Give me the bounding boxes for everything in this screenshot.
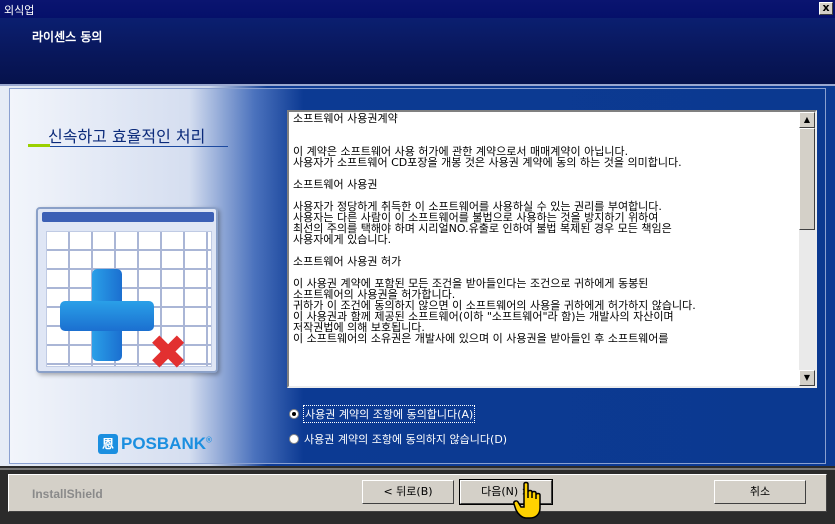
installshield-brand: InstallShield	[32, 487, 103, 501]
window-title: 외식업	[4, 4, 35, 17]
logo-mark: 恩	[98, 434, 118, 454]
page-heading: 라이센스 동의	[32, 30, 103, 44]
scroll-up-button[interactable]: ▲	[799, 112, 815, 128]
footer-divider	[0, 468, 835, 470]
header-banner: 라이센스 동의	[0, 18, 835, 84]
slogan-accent	[28, 144, 50, 147]
license-textbox[interactable]: 소프트웨어 사용권계약 이 계약은 소프트웨어 사용 허가에 관한 계약으로서 …	[287, 110, 817, 388]
screen-header-bar	[42, 212, 214, 222]
cancel-button[interactable]: 취소	[714, 480, 806, 504]
scroll-thumb[interactable]	[799, 128, 815, 230]
cross-icon: ✖	[148, 325, 189, 381]
decline-option[interactable]: 사용권 계약의 조항에 동의하지 않습니다(D)	[289, 431, 507, 447]
license-text: 소프트웨어 사용권계약 이 계약은 소프트웨어 사용 허가에 관한 계약으로서 …	[293, 112, 696, 345]
product-illustration: ✖	[30, 199, 230, 389]
decline-radio[interactable]	[289, 434, 299, 444]
installer-window: 외식업 x 라이센스 동의 신속하고 효율적인 처리 ✖ 恩 POSBANK®	[0, 0, 835, 524]
logo-text: POSBANK®	[121, 434, 212, 453]
decline-label[interactable]: 사용권 계약의 조항에 동의하지 않습니다(D)	[304, 431, 507, 447]
posbank-logo: 恩 POSBANK®	[98, 433, 212, 455]
slogan-text: 신속하고 효율적인 처리	[48, 127, 206, 146]
close-button[interactable]: x	[819, 2, 833, 15]
scroll-down-button[interactable]: ▼	[799, 370, 815, 386]
back-button[interactable]: < 뒤로(B)	[362, 480, 454, 504]
accept-label[interactable]: 사용권 계약의 조항에 동의합니다(A)	[302, 405, 476, 423]
license-scrollbar[interactable]: ▲ ▼	[799, 112, 815, 386]
accept-option[interactable]: 사용권 계약의 조항에 동의합니다(A)	[289, 405, 476, 423]
slogan-underline	[28, 146, 228, 147]
accept-radio[interactable]	[289, 409, 299, 419]
screen-illustration	[36, 207, 218, 373]
title-bar[interactable]: 외식업 x	[0, 0, 835, 18]
plus-icon-bar	[60, 301, 154, 331]
hand-cursor-icon	[513, 481, 541, 519]
